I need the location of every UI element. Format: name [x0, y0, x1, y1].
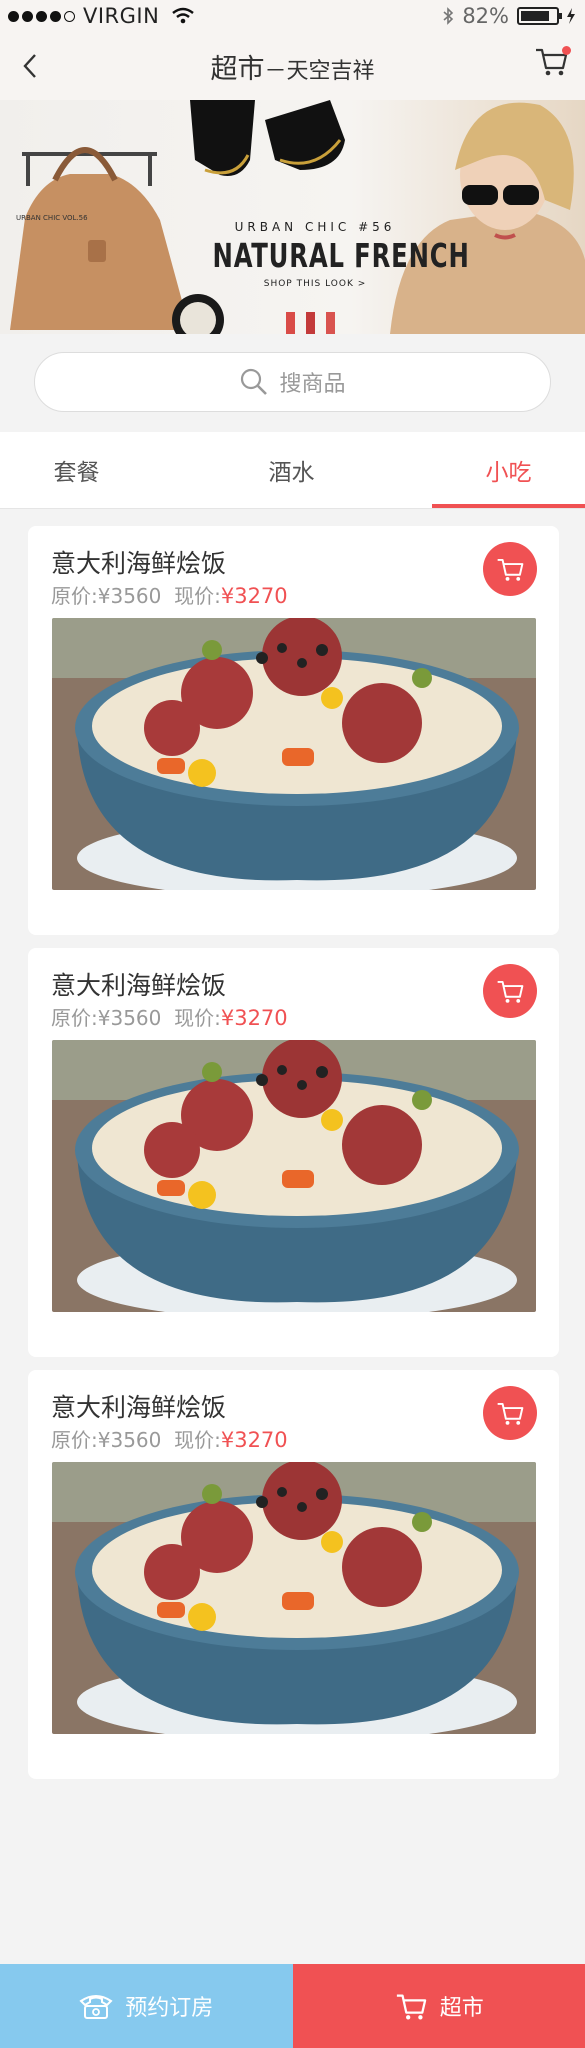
banner-subtitle: URBAN CHIC #56	[234, 220, 396, 234]
status-bar: VIRGIN 82%	[0, 0, 585, 32]
category-tabs: 套餐 酒水 小吃	[0, 432, 585, 509]
wifi-icon	[172, 7, 195, 24]
product-name: 意大利海鲜烩饭	[51, 971, 227, 1000]
cart-button[interactable]	[533, 44, 573, 84]
product-image	[52, 1462, 536, 1734]
banner-text: URBAN CHIC #56 NATURAL FRENCH SHOP THIS …	[190, 220, 470, 289]
tab-active-indicator	[432, 504, 585, 508]
product-image	[52, 1040, 536, 1312]
product-price: 原价:¥3560 现价:¥3270	[51, 1002, 288, 1031]
search-input[interactable]: 搜商品	[34, 352, 551, 412]
original-price-label: 原价:	[51, 1428, 98, 1452]
current-price: ¥3270	[220, 1006, 288, 1030]
tab-drinks[interactable]: 酒水	[215, 432, 368, 508]
tab-snacks[interactable]: 小吃	[432, 432, 585, 508]
cart-badge	[562, 46, 571, 55]
search-placeholder: 搜商品	[279, 372, 346, 397]
search-icon	[241, 368, 268, 395]
cart-icon	[497, 1402, 524, 1425]
nav-bar: 超市－天空吉祥	[0, 32, 585, 100]
chevron-left-icon	[23, 54, 36, 78]
product-card[interactable]: 意大利海鲜烩饭 原价:¥3560 现价:¥3270	[28, 948, 559, 1357]
banner-vol-label: URBAN CHIC VOL.56	[16, 214, 88, 222]
cart-icon	[497, 980, 524, 1003]
original-price: ¥3560	[97, 584, 162, 608]
original-price-label: 原价:	[51, 584, 98, 608]
current-price-label: 现价:	[174, 1428, 221, 1452]
phone-icon	[79, 1995, 113, 2019]
product-name: 意大利海鲜烩饭	[51, 549, 227, 578]
search-area: 搜商品	[0, 334, 585, 432]
charging-icon	[567, 8, 575, 24]
add-to-cart-button[interactable]	[483, 1386, 537, 1440]
battery-icon	[517, 7, 562, 25]
product-card[interactable]: 意大利海鲜烩饭 原价:¥3560 现价:¥3270	[28, 526, 559, 935]
battery-percent: 82%	[462, 4, 509, 28]
product-name: 意大利海鲜烩饭	[51, 1393, 227, 1422]
market-label: 超市	[439, 1996, 484, 2021]
book-room-label: 预约订房	[125, 1996, 214, 2021]
product-price: 原价:¥3560 现价:¥3270	[51, 580, 288, 609]
original-price-label: 原价:	[51, 1006, 98, 1030]
original-price: ¥3560	[97, 1006, 162, 1030]
book-room-button[interactable]: 预约订房	[0, 1964, 293, 2048]
banner-cta: SHOP THIS LOOK >	[263, 279, 367, 289]
product-image	[52, 618, 536, 890]
product-price: 原价:¥3560 现价:¥3270	[51, 1424, 288, 1453]
add-to-cart-button[interactable]	[483, 964, 537, 1018]
bluetooth-icon	[443, 7, 454, 25]
original-price: ¥3560	[97, 1428, 162, 1452]
current-price-label: 现价:	[174, 584, 221, 608]
tab-set-meal[interactable]: 套餐	[0, 432, 153, 508]
page-title: 超市－天空吉祥	[210, 47, 374, 86]
current-price: ¥3270	[220, 1428, 288, 1452]
add-to-cart-button[interactable]	[483, 542, 537, 596]
bottom-bar: 预约订房 超市	[0, 1964, 585, 2048]
page-title-sub: －天空吉祥	[264, 58, 375, 84]
carrier-name: VIRGIN	[83, 4, 160, 28]
signal-icon	[8, 10, 75, 22]
page-title-main: 超市	[210, 53, 265, 85]
banner-title: NATURAL FRENCH	[212, 236, 470, 275]
cart-icon	[396, 1994, 426, 2020]
back-button[interactable]	[10, 46, 50, 86]
current-price: ¥3270	[220, 584, 288, 608]
market-button[interactable]: 超市	[292, 1964, 585, 2048]
product-card[interactable]: 意大利海鲜烩饭 原价:¥3560 现价:¥3270	[28, 1370, 559, 1779]
cart-icon	[497, 558, 524, 581]
current-price-label: 现价:	[174, 1006, 221, 1030]
promo-banner[interactable]: URBAN CHIC VOL.56 URBAN CHIC #56 NATURAL…	[0, 100, 585, 334]
